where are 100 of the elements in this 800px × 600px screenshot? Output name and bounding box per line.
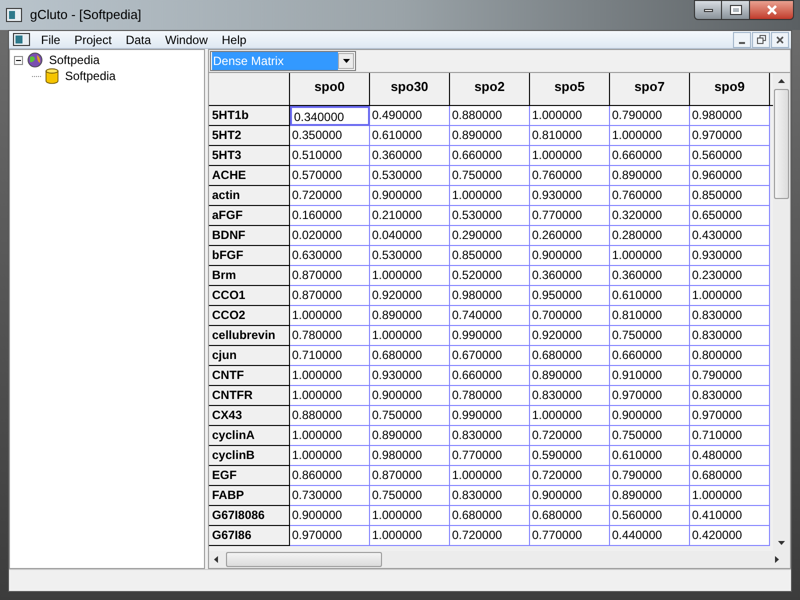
table-cell: 0.660000: [610, 146, 690, 166]
table-cell: 0.890000: [370, 306, 450, 326]
down-arrow-icon[interactable]: [778, 541, 785, 545]
close-icon: [776, 36, 784, 44]
database-icon: [45, 68, 59, 84]
table-cell: 0.430000: [690, 226, 770, 246]
table-cell: 0.860000: [290, 466, 370, 486]
table-cell: 0.770000: [530, 526, 610, 546]
table-cell: 0.980000: [370, 446, 450, 466]
row-header: actin: [209, 186, 290, 206]
table-cell: 0.490000: [370, 106, 450, 126]
scroll-thumb[interactable]: [226, 552, 382, 567]
table-cell: 1.000000: [290, 446, 370, 466]
scroll-thumb[interactable]: [774, 89, 789, 199]
table-cell: 0.830000: [530, 386, 610, 406]
tree-item[interactable]: Softpedia: [47, 51, 102, 69]
table-cell: 0.560000: [690, 146, 770, 166]
table-cell: 0.520000: [450, 266, 530, 286]
table-cell: 0.680000: [530, 506, 610, 526]
table-cell: 0.950000: [530, 286, 610, 306]
table-cell: 0.790000: [610, 466, 690, 486]
table-cell: 0.660000: [450, 146, 530, 166]
table-cell: 0.890000: [610, 486, 690, 506]
table-cell: 0.530000: [450, 206, 530, 226]
table-cell: 0.830000: [450, 426, 530, 446]
table-cell: 0.900000: [530, 486, 610, 506]
table-cell: 0.710000: [290, 346, 370, 366]
table-cell: 0.610000: [370, 126, 450, 146]
right-arrow-icon[interactable]: [775, 556, 779, 563]
menu-item[interactable]: Project: [67, 30, 119, 48]
table-cell: 0.900000: [370, 386, 450, 406]
table-cell: 0.670000: [450, 346, 530, 366]
document-icon[interactable]: [13, 33, 30, 46]
table-cell: 1.000000: [450, 186, 530, 206]
table-cell: 0.410000: [690, 506, 770, 526]
table-cell: 0.650000: [690, 206, 770, 226]
row-header: G67I86: [209, 526, 290, 546]
table-cell: 0.890000: [610, 166, 690, 186]
table-cell: 1.000000: [290, 386, 370, 406]
table-cell: 0.910000: [610, 366, 690, 386]
left-arrow-icon[interactable]: [214, 556, 218, 563]
row-header: ACHE: [209, 166, 290, 186]
table-cell: 1.000000: [450, 466, 530, 486]
table-cell: 0.530000: [370, 166, 450, 186]
row-header: cjun: [209, 346, 290, 366]
row-header: G67I8086: [209, 506, 290, 526]
table-cell: 0.440000: [610, 526, 690, 546]
row-header: cyclinA: [209, 426, 290, 446]
table-cell: 0.480000: [690, 446, 770, 466]
table-cell: 0.230000: [690, 266, 770, 286]
row-header: CNTF: [209, 366, 290, 386]
table-cell: 0.830000: [450, 486, 530, 506]
tree-item[interactable]: Softpedia: [63, 67, 118, 85]
minimize-button[interactable]: [733, 32, 751, 48]
row-header: BDNF: [209, 226, 290, 246]
row-header: aFGF: [209, 206, 290, 226]
menu-item[interactable]: Window: [158, 30, 215, 48]
table-cell: 0.930000: [530, 186, 610, 206]
table-cell: 0.570000: [290, 166, 370, 186]
table-cell: 0.750000: [370, 486, 450, 506]
table-cell: 0.750000: [610, 426, 690, 446]
close-button[interactable]: [771, 32, 789, 48]
table-cell: 0.960000: [690, 166, 770, 186]
vertical-scrollbar[interactable]: [773, 73, 790, 551]
horizontal-scrollbar[interactable]: [209, 551, 790, 568]
row-header: 5HT1b: [209, 106, 290, 126]
collapse-toggle[interactable]: [14, 56, 23, 64]
close-button[interactable]: [749, 0, 794, 20]
table-cell: 0.900000: [530, 246, 610, 266]
menu-item[interactable]: Data: [118, 30, 158, 48]
row-header: EGF: [209, 466, 290, 486]
table-cell: 0.700000: [530, 306, 610, 326]
table-cell: 0.510000: [290, 146, 370, 166]
restore-button[interactable]: [752, 32, 770, 48]
table-cell: 0.320000: [610, 206, 690, 226]
table-cell: 0.890000: [450, 126, 530, 146]
table-cell: 0.850000: [690, 186, 770, 206]
table-cell: 0.970000: [690, 406, 770, 426]
table-cell: 0.350000: [290, 126, 370, 146]
table-cell: 0.260000: [530, 226, 610, 246]
table-cell: 0.610000: [610, 446, 690, 466]
restore-icon: [756, 35, 766, 44]
table-cell: 0.920000: [370, 286, 450, 306]
menu-item[interactable]: File: [34, 30, 68, 48]
table-cell: 1.000000: [370, 526, 450, 546]
table-cell: 0.900000: [610, 406, 690, 426]
table-cell: 0.740000: [450, 306, 530, 326]
up-arrow-icon[interactable]: [778, 79, 785, 83]
table-cell: 0.900000: [290, 506, 370, 526]
menu-item[interactable]: Help: [214, 30, 254, 48]
table-cell: 0.610000: [610, 286, 690, 306]
table-cell: 0.970000: [690, 126, 770, 146]
table-cell: 0.930000: [370, 366, 450, 386]
table-cell: 0.990000: [450, 326, 530, 346]
table-cell: 0.770000: [450, 446, 530, 466]
minimize-button[interactable]: [694, 0, 722, 20]
table-cell: 0.870000: [290, 266, 370, 286]
table-cell: 0.040000: [370, 226, 450, 246]
maximize-button[interactable]: [722, 0, 749, 20]
table-cell: 0.750000: [450, 166, 530, 186]
